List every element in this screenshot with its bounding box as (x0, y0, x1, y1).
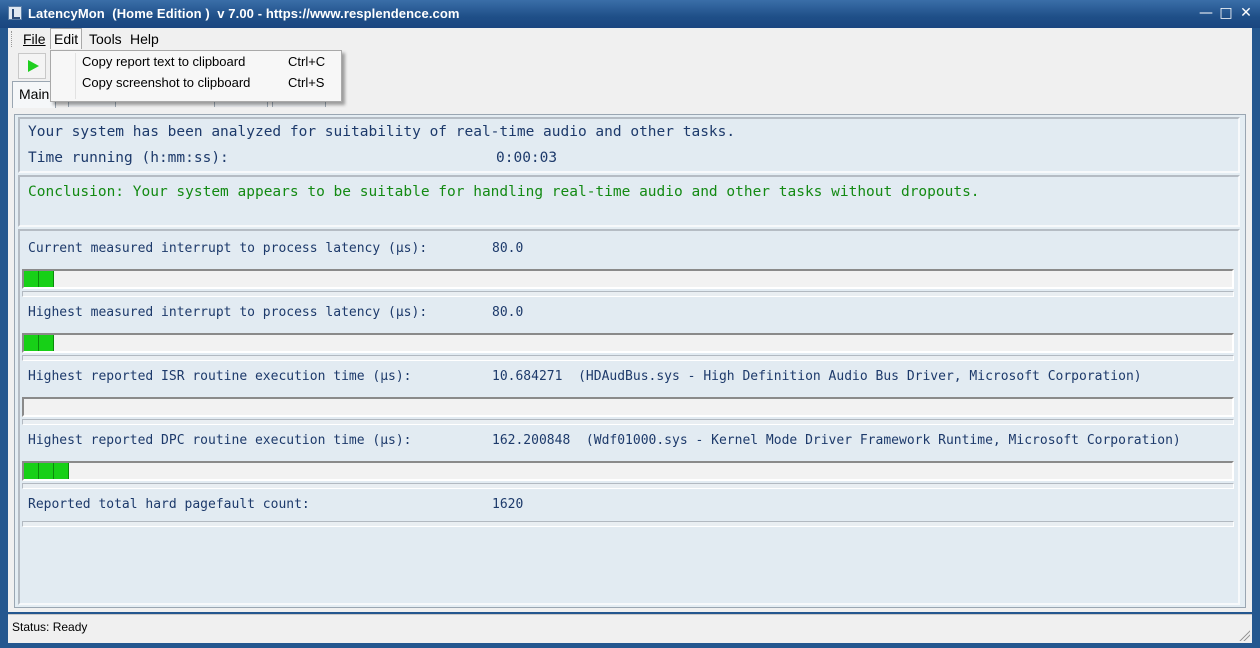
window-title: LatencyMon (Home Edition ) v 7.00 - http… (28, 6, 460, 21)
close-icon[interactable]: ✕ (1236, 4, 1256, 22)
edit-menu-dropdown: Copy report text to clipboard Ctrl+C Cop… (50, 50, 342, 102)
metric-label-isr: Highest reported ISR routine execution t… (28, 369, 412, 384)
meter-segment (24, 271, 39, 287)
meter-segment (54, 463, 69, 479)
menu-help-label: Help (130, 31, 159, 47)
menu-tools[interactable]: Tools (86, 29, 125, 49)
menu-copy-report-text-shortcut: Ctrl+C (288, 54, 326, 69)
metrics-box: Current measured interrupt to process la… (18, 229, 1240, 605)
meter-segment (39, 335, 54, 351)
status-text: Status: Ready (12, 620, 88, 634)
resize-grip-icon[interactable] (1238, 629, 1250, 641)
maximize-icon[interactable]: □ (1216, 4, 1236, 22)
menu-edit-label: Edit (54, 31, 79, 47)
minimize-icon[interactable]: — (1196, 4, 1216, 22)
metric-value-pagefault: 1620 (492, 497, 524, 512)
conclusion-box: Conclusion: Your system appears to be su… (18, 175, 1240, 227)
conclusion-text: Conclusion: Your system appears to be su… (28, 184, 980, 200)
metric-label-highest-latency: Highest measured interrupt to process la… (28, 305, 428, 320)
menu-copy-screenshot-label: Copy screenshot to clipboard (82, 75, 251, 90)
separator (22, 291, 1234, 297)
meter-current-latency (22, 269, 1234, 289)
menu-help[interactable]: Help (127, 29, 162, 49)
analysis-text: Your system has been analyzed for suitab… (28, 124, 736, 140)
metric-label-current-latency: Current measured interrupt to process la… (28, 241, 428, 256)
status-bar: Status: Ready (8, 614, 1252, 643)
separator (22, 355, 1234, 361)
separator (22, 419, 1234, 425)
menu-copy-screenshot[interactable]: Copy screenshot to clipboard Ctrl+S (51, 73, 341, 93)
app-icon[interactable] (8, 6, 22, 20)
menu-file-label: File (23, 31, 46, 47)
metric-value-current-latency: 80.0 (492, 241, 524, 256)
meter-segment (39, 463, 54, 479)
menu-tools-label: Tools (89, 31, 122, 47)
tab-main-label: Main (19, 86, 50, 102)
panel-frame: Your system has been analyzed for suitab… (14, 114, 1246, 608)
time-running-value: 0:00:03 (496, 150, 558, 166)
meter-isr (22, 397, 1234, 417)
menu-bar: File Edit Tools Help (8, 28, 1252, 51)
metric-label-pagefault: Reported total hard pagefault count: (28, 497, 310, 512)
title-bar[interactable]: LatencyMon (Home Edition ) v 7.00 - http… (0, 0, 1260, 28)
time-running-label: Time running (h:mm:ss): (28, 150, 229, 166)
menu-copy-report-text[interactable]: Copy report text to clipboard Ctrl+C (51, 52, 341, 72)
metric-value-isr: 10.684271 (HDAudBus.sys - High Definitio… (492, 369, 1142, 384)
meter-highest-latency (22, 333, 1234, 353)
meter-dpc (22, 461, 1234, 481)
app-window: LatencyMon (Home Edition ) v 7.00 - http… (0, 0, 1260, 648)
play-button[interactable] (18, 53, 46, 79)
menu-grip (11, 31, 15, 47)
menu-copy-screenshot-shortcut: Ctrl+S (288, 75, 325, 90)
meter-segment (24, 463, 39, 479)
main-panel: Your system has been analyzed for suitab… (8, 108, 1252, 612)
meter-segment (24, 335, 39, 351)
separator (22, 521, 1234, 527)
menu-copy-report-text-label: Copy report text to clipboard (82, 54, 246, 69)
summary-box: Your system has been analyzed for suitab… (18, 117, 1240, 173)
menu-edit[interactable]: Edit (50, 28, 83, 49)
metric-value-dpc: 162.200848 (Wdf01000.sys - Kernel Mode D… (492, 433, 1181, 448)
meter-segment (39, 271, 54, 287)
metric-value-highest-latency: 80.0 (492, 305, 524, 320)
metric-label-dpc: Highest reported DPC routine execution t… (28, 433, 412, 448)
separator (22, 483, 1234, 489)
menu-file[interactable]: File (20, 29, 49, 49)
